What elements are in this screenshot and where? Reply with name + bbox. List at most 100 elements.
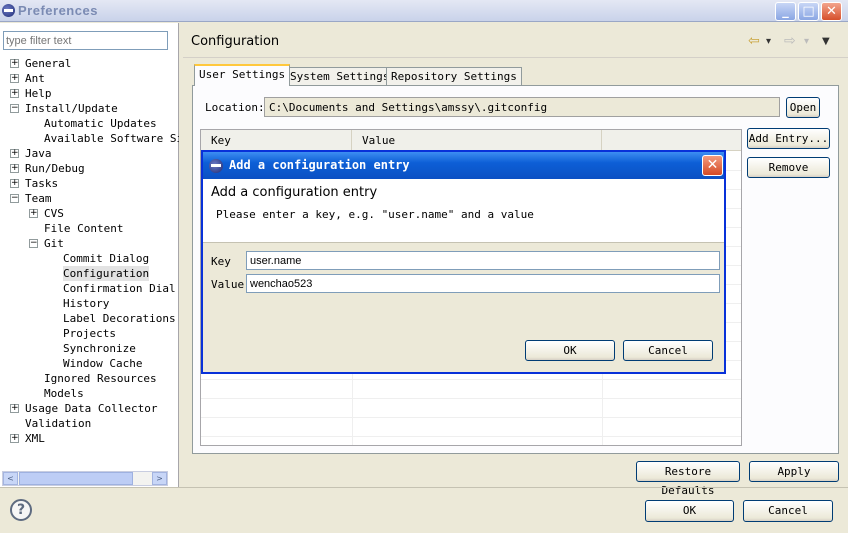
- cancel-button[interactable]: Cancel: [743, 500, 833, 522]
- forward-arrow-icon[interactable]: ⇨: [784, 33, 796, 49]
- tree-item[interactable]: + General: [0, 56, 179, 71]
- tree-item[interactable]: Projects: [0, 326, 179, 341]
- key-input[interactable]: [246, 251, 720, 270]
- tree-item[interactable]: + XML: [0, 431, 179, 446]
- tree-item[interactable]: + Ant: [0, 71, 179, 86]
- remove-button[interactable]: Remove: [747, 157, 830, 178]
- tree-item-label: Usage Data Collector: [25, 402, 158, 415]
- scroll-left-icon[interactable]: <: [3, 472, 18, 485]
- key-label: Key: [211, 255, 231, 268]
- tree-item-label: CVS: [44, 207, 64, 220]
- tree-item[interactable]: Models: [0, 386, 179, 401]
- tree-item-label: XML: [25, 432, 45, 445]
- column-header-value[interactable]: Value: [352, 130, 602, 151]
- dialog-message: Please enter a key, e.g. "user.name" and…: [216, 208, 534, 221]
- help-icon[interactable]: ?: [10, 499, 32, 521]
- tree-item[interactable]: Label Decorations: [0, 311, 179, 326]
- add-configuration-entry-dialog: Add a configuration entry ✕ Add a config…: [201, 150, 726, 374]
- tree-item[interactable]: + Help: [0, 86, 179, 101]
- tree-item-label: Ignored Resources: [44, 372, 157, 385]
- tree-item-label: Automatic Updates: [44, 117, 157, 130]
- location-field: C:\Documents and Settings\amssy\.gitconf…: [264, 97, 780, 117]
- table-gridline: [201, 417, 741, 418]
- dialog-ok-button[interactable]: OK: [525, 340, 615, 361]
- tree-item-label: Synchronize: [63, 342, 136, 355]
- collapse-icon[interactable]: −: [10, 194, 19, 203]
- tree-item[interactable]: − Git: [0, 236, 179, 251]
- tab-system-settings[interactable]: System Settings: [285, 67, 395, 85]
- preferences-sidebar: +General+Ant+Help−Install/UpdateAutomati…: [0, 23, 179, 487]
- tree-item[interactable]: Validation: [0, 416, 179, 431]
- tree-item[interactable]: Configuration: [0, 266, 179, 281]
- open-button[interactable]: Open: [786, 97, 820, 118]
- tree-item-label: Commit Dialog: [63, 252, 150, 265]
- tree-item-label: Window Cache: [63, 357, 143, 370]
- expand-icon[interactable]: +: [10, 164, 19, 173]
- dialog-cancel-button[interactable]: Cancel: [623, 340, 713, 361]
- filter-input[interactable]: [3, 31, 168, 50]
- expand-icon[interactable]: +: [10, 89, 19, 98]
- tree-item[interactable]: Synchronize: [0, 341, 179, 356]
- expand-icon[interactable]: +: [10, 434, 19, 443]
- expand-icon[interactable]: +: [10, 74, 19, 83]
- expand-icon[interactable]: +: [10, 149, 19, 158]
- dialog-heading: Add a configuration entry: [211, 185, 378, 200]
- add-entry-button[interactable]: Add Entry...: [747, 128, 830, 149]
- value-label: Value: [211, 278, 245, 291]
- close-window-button[interactable]: ✕: [821, 2, 842, 21]
- tree-item-label: Ant: [25, 72, 45, 85]
- page-title: Configuration: [191, 34, 280, 49]
- tree-item[interactable]: Available Software Si: [0, 131, 179, 146]
- apply-button[interactable]: Apply: [749, 461, 839, 482]
- expand-icon[interactable]: +: [10, 59, 19, 68]
- value-input[interactable]: [246, 274, 720, 293]
- tree-item[interactable]: − Team: [0, 191, 179, 206]
- tree-item-label: File Content: [44, 222, 124, 235]
- tree-item[interactable]: + Run/Debug: [0, 161, 179, 176]
- expand-icon[interactable]: +: [10, 404, 19, 413]
- view-menu-icon[interactable]: ▼: [822, 36, 830, 47]
- tree-item[interactable]: History: [0, 296, 179, 311]
- tree-item-label: Git: [44, 237, 64, 250]
- tree-item-label: Install/Update: [25, 102, 118, 115]
- scroll-right-icon[interactable]: >: [152, 472, 167, 485]
- back-dropdown-icon[interactable]: ▾: [766, 36, 771, 47]
- tree-item-label: Help: [25, 87, 52, 100]
- tree-item[interactable]: Automatic Updates: [0, 116, 179, 131]
- scroll-thumb[interactable]: [19, 472, 133, 485]
- restore-defaults-button[interactable]: Restore Defaults: [636, 461, 740, 497]
- tree-item[interactable]: Confirmation Dial: [0, 281, 179, 296]
- page-navigation: ⇦ ▾ ⇨ ▾ ▼: [748, 33, 838, 51]
- tree-item-label: Tasks: [25, 177, 59, 190]
- expand-icon[interactable]: +: [10, 179, 19, 188]
- forward-dropdown-icon[interactable]: ▾: [804, 36, 809, 47]
- dialog-close-button[interactable]: ✕: [702, 155, 723, 176]
- tree-item[interactable]: Window Cache: [0, 356, 179, 371]
- tree-item[interactable]: + Usage Data Collector: [0, 401, 179, 416]
- expand-icon[interactable]: +: [29, 209, 38, 218]
- tree-item[interactable]: Ignored Resources: [0, 371, 179, 386]
- tree-item[interactable]: + CVS: [0, 206, 179, 221]
- tree-item[interactable]: + Tasks: [0, 176, 179, 191]
- tree-item-label: Confirmation Dial: [63, 282, 176, 295]
- column-header-key[interactable]: Key: [201, 130, 352, 151]
- minimize-button[interactable]: _: [775, 2, 796, 21]
- collapse-icon[interactable]: −: [29, 239, 38, 248]
- back-arrow-icon[interactable]: ⇦: [748, 33, 760, 49]
- dialog-header: Add a configuration entry Please enter a…: [203, 179, 724, 243]
- tree-item[interactable]: Commit Dialog: [0, 251, 179, 266]
- maximize-button[interactable]: □: [798, 2, 819, 21]
- collapse-icon[interactable]: −: [10, 104, 19, 113]
- tree-item-label: General: [25, 57, 72, 70]
- ok-button[interactable]: OK: [645, 500, 734, 522]
- tab-repository-settings[interactable]: Repository Settings: [386, 67, 522, 85]
- eclipse-app-icon: [2, 4, 15, 17]
- tree-item[interactable]: File Content: [0, 221, 179, 236]
- tree-item-label: Validation: [25, 417, 92, 430]
- tree-item[interactable]: + Java: [0, 146, 179, 161]
- tree-horizontal-scrollbar[interactable]: < >: [2, 471, 168, 486]
- tab-user-settings[interactable]: User Settings: [194, 64, 291, 86]
- tree-item[interactable]: − Install/Update: [0, 101, 179, 116]
- window-title: Preferences: [18, 3, 98, 18]
- window-title-bar: Preferences _ □ ✕: [0, 0, 848, 22]
